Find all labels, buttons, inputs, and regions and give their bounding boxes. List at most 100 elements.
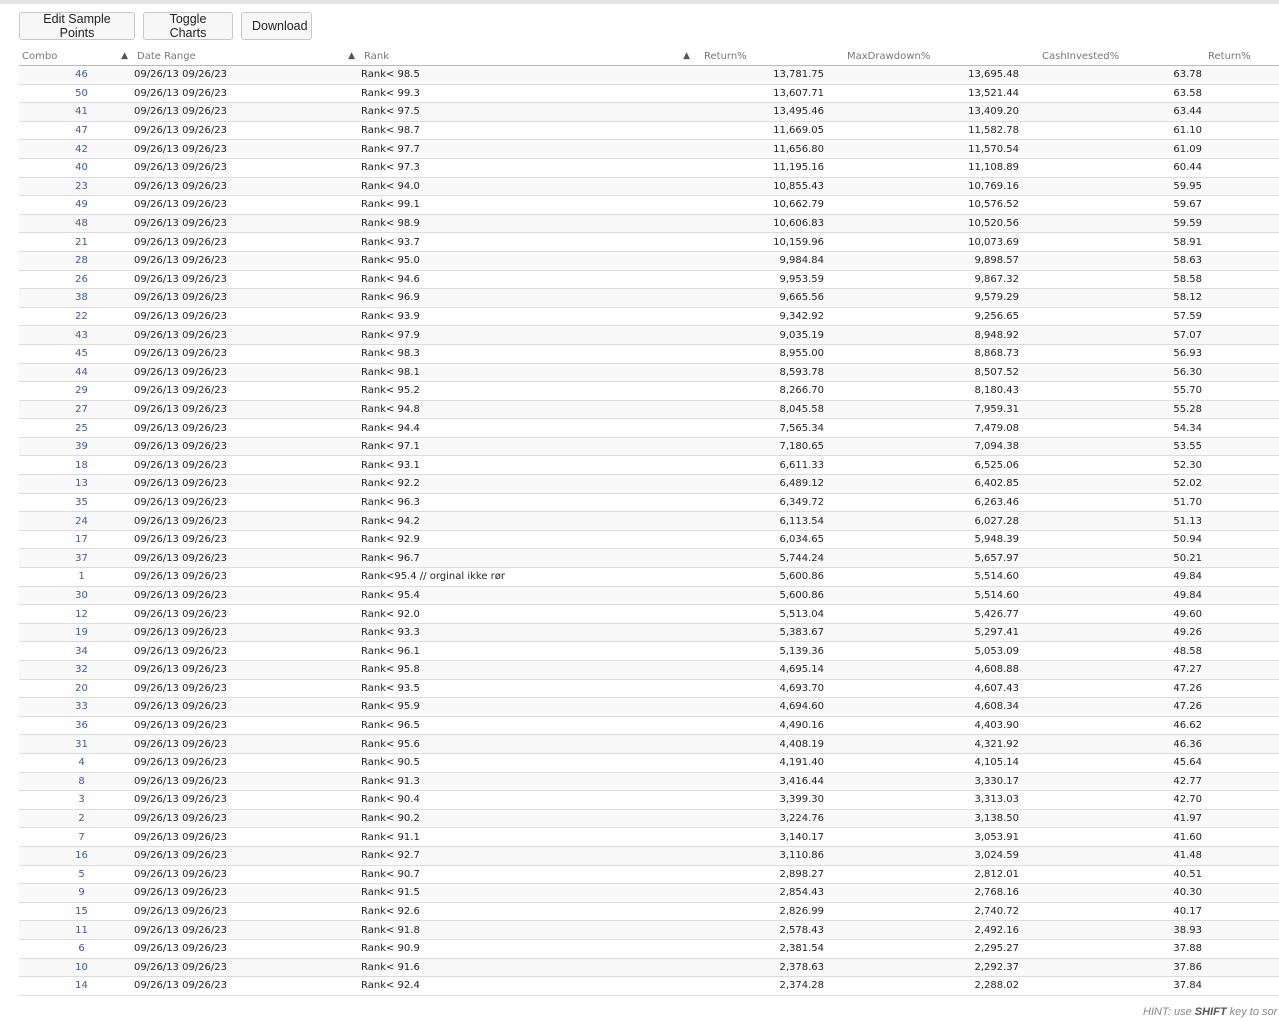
cell-combo[interactable]: 6 [19,939,134,959]
column-header-return-pct[interactable]: Return% [696,48,824,66]
table-row[interactable]: 26 09/26/13 09/26/23 Rank< 94.6 9,953.59 9,8… [19,270,1279,290]
cell-combo[interactable]: 1 [19,567,134,587]
sort-icon[interactable]: ▲︎ [121,51,128,61]
table-row[interactable]: 31 09/26/13 09/26/23 Rank< 95.6 4,408.19 4,3… [19,734,1279,754]
cell-combo[interactable]: 18 [19,455,134,476]
toggle-charts-button[interactable]: Toggle Charts [143,12,233,40]
cell-combo[interactable]: 8 [19,772,134,792]
cell-combo[interactable]: 2 [19,809,134,829]
cell-combo[interactable]: 38 [19,288,134,308]
cell-combo[interactable]: 10 [19,958,134,978]
table-row[interactable]: 17 09/26/13 09/26/23 Rank< 92.9 6,034.65 5,9… [19,530,1279,550]
cell-combo[interactable]: 19 [19,623,134,643]
table-row[interactable]: 48 09/26/13 09/26/23 Rank< 98.9 10,606.83 10… [19,214,1279,234]
column-header-cash-invested[interactable]: CashInvested% [1019,48,1202,66]
sort-icon[interactable]: ▲︎ [683,51,690,61]
cell-combo[interactable]: 47 [19,121,134,141]
table-row[interactable]: 36 09/26/13 09/26/23 Rank< 96.5 4,490.16 4,4… [19,716,1279,736]
cell-combo[interactable]: 40 [19,158,134,178]
table-row[interactable]: 29 09/26/13 09/26/23 Rank< 95.2 8,266.70 8,1… [19,381,1279,401]
cell-combo[interactable]: 15 [19,902,134,922]
table-row[interactable]: 42 09/26/13 09/26/23 Rank< 97.7 11,656.80 11… [19,139,1279,159]
cell-combo[interactable]: 7 [19,827,134,847]
table-row[interactable]: 24 09/26/13 09/26/23 Rank< 94.2 6,113.54 6,0… [19,511,1279,531]
cell-combo[interactable]: 11 [19,920,134,940]
table-row[interactable]: 43 09/26/13 09/26/23 Rank< 97.9 9,035.19 8,9… [19,325,1279,345]
table-row[interactable]: 28 09/26/13 09/26/23 Rank< 95.0 9,984.84 9,8… [19,251,1279,271]
table-row[interactable]: 14 09/26/13 09/26/23 Rank< 92.4 2,374.28 2,2… [19,976,1279,996]
table-row[interactable]: 15 09/26/13 09/26/23 Rank< 92.6 2,826.99 2,7… [19,902,1279,922]
cell-combo[interactable]: 13 [19,474,134,494]
cell-combo[interactable]: 48 [19,214,134,234]
table-row[interactable]: 5 09/26/13 09/26/23 Rank< 90.7 2,898.27 2,81… [19,865,1279,885]
cell-combo[interactable]: 37 [19,548,134,569]
cell-combo[interactable]: 49 [19,195,134,215]
table-row[interactable]: 16 09/26/13 09/26/23 Rank< 92.7 3,110.86 3,0… [19,846,1279,866]
table-row[interactable]: 8 09/26/13 09/26/23 Rank< 91.3 3,416.44 3,33… [19,772,1279,792]
cell-combo[interactable]: 34 [19,641,134,661]
cell-combo[interactable]: 17 [19,530,134,550]
cell-combo[interactable]: 44 [19,363,134,383]
cell-combo[interactable]: 26 [19,270,134,290]
download-button[interactable]: Download [241,12,312,40]
cell-combo[interactable]: 39 [19,437,134,457]
cell-combo[interactable]: 14 [19,976,134,996]
cell-combo[interactable]: 12 [19,604,134,624]
cell-combo[interactable]: 32 [19,660,134,680]
cell-combo[interactable]: 28 [19,251,134,271]
cell-combo[interactable]: 36 [19,716,134,736]
cell-combo[interactable]: 50 [19,84,134,104]
cell-combo[interactable]: 3 [19,790,134,810]
table-row[interactable]: 22 09/26/13 09/26/23 Rank< 93.9 9,342.92 9,2… [19,307,1279,327]
table-row[interactable]: 34 09/26/13 09/26/23 Rank< 96.1 5,139.36 5,0… [19,641,1279,661]
cell-combo[interactable]: 30 [19,586,134,606]
table-row[interactable]: 32 09/26/13 09/26/23 Rank< 95.8 4,695.14 4,6… [19,660,1279,680]
table-row[interactable]: 38 09/26/13 09/26/23 Rank< 96.9 9,665.56 9,5… [19,288,1279,308]
cell-combo[interactable]: 16 [19,846,134,866]
table-row[interactable]: 45 09/26/13 09/26/23 Rank< 98.3 8,955.00 8,8… [19,344,1279,364]
cell-combo[interactable]: 25 [19,418,134,438]
table-row[interactable]: 11 09/26/13 09/26/23 Rank< 91.8 2,578.43 2,4… [19,920,1279,940]
cell-combo[interactable]: 31 [19,734,134,754]
cell-combo[interactable]: 29 [19,381,134,401]
table-row[interactable]: 9 09/26/13 09/26/23 Rank< 91.5 2,854.43 2,76… [19,883,1279,903]
cell-combo[interactable]: 23 [19,177,134,197]
table-row[interactable]: 19 09/26/13 09/26/23 Rank< 93.3 5,383.67 5,2… [19,623,1279,643]
cell-combo[interactable]: 42 [19,139,134,159]
table-row[interactable]: 23 09/26/13 09/26/23 Rank< 94.0 10,855.43 10… [19,177,1279,197]
table-row[interactable]: 30 09/26/13 09/26/23 Rank< 95.4 5,600.86 5,5… [19,586,1279,606]
column-header-combo[interactable]: Combo ▲︎ [19,48,134,66]
table-row[interactable]: 41 09/26/13 09/26/23 Rank< 97.5 13,495.46 13… [19,102,1279,122]
table-row[interactable]: 33 09/26/13 09/26/23 Rank< 95.9 4,694.60 4,6… [19,697,1279,717]
table-row[interactable]: 35 09/26/13 09/26/23 Rank< 96.3 6,349.72 6,2… [19,493,1279,513]
cell-combo[interactable]: 46 [19,65,134,85]
cell-combo[interactable]: 20 [19,679,134,699]
table-row[interactable]: 50 09/26/13 09/26/23 Rank< 99.3 13,607.71 13… [19,84,1279,104]
table-row[interactable]: 46 09/26/13 09/26/23 Rank< 98.5 13,781.75 13… [19,65,1279,85]
table-row[interactable]: 40 09/26/13 09/26/23 Rank< 97.3 11,195.16 11… [19,158,1279,178]
cell-combo[interactable]: 24 [19,511,134,531]
table-row[interactable]: 18 09/26/13 09/26/23 Rank< 93.1 6,611.33 6,5… [19,455,1279,476]
table-row[interactable]: 21 09/26/13 09/26/23 Rank< 93.7 10,159.96 10… [19,232,1279,252]
table-row[interactable]: 20 09/26/13 09/26/23 Rank< 93.5 4,693.70 4,6… [19,679,1279,699]
table-row[interactable]: 2 09/26/13 09/26/23 Rank< 90.2 3,224.76 3,13… [19,809,1279,829]
table-row[interactable]: 25 09/26/13 09/26/23 Rank< 94.4 7,565.34 7,4… [19,418,1279,438]
column-header-return-pct-2[interactable]: Return% [1202,48,1279,66]
cell-combo[interactable]: 43 [19,325,134,345]
table-row[interactable]: 37 09/26/13 09/26/23 Rank< 96.7 5,744.24 5,6… [19,548,1279,569]
cell-combo[interactable]: 9 [19,883,134,903]
table-row[interactable]: 12 09/26/13 09/26/23 Rank< 92.0 5,513.04 5,4… [19,604,1279,624]
column-header-rank[interactable]: Rank ▲︎ [361,48,696,66]
table-row[interactable]: 7 09/26/13 09/26/23 Rank< 91.1 3,140.17 3,05… [19,827,1279,847]
table-row[interactable]: 4 09/26/13 09/26/23 Rank< 90.5 4,191.40 4,10… [19,753,1279,773]
table-row[interactable]: 6 09/26/13 09/26/23 Rank< 90.9 2,381.54 2,29… [19,939,1279,959]
table-row[interactable]: 39 09/26/13 09/26/23 Rank< 97.1 7,180.65 7,0… [19,437,1279,457]
cell-combo[interactable]: 27 [19,400,134,420]
table-row[interactable]: 47 09/26/13 09/26/23 Rank< 98.7 11,669.05 11… [19,121,1279,141]
table-row[interactable]: 27 09/26/13 09/26/23 Rank< 94.8 8,045.58 7,9… [19,400,1279,420]
table-row[interactable]: 13 09/26/13 09/26/23 Rank< 92.2 6,489.12 6,4… [19,474,1279,494]
cell-combo[interactable]: 41 [19,102,134,122]
table-row[interactable]: 1 09/26/13 09/26/23 Rank<95.4 // orginal i… [19,567,1279,587]
cell-combo[interactable]: 5 [19,865,134,885]
table-row[interactable]: 44 09/26/13 09/26/23 Rank< 98.1 8,593.78 8,5… [19,363,1279,383]
